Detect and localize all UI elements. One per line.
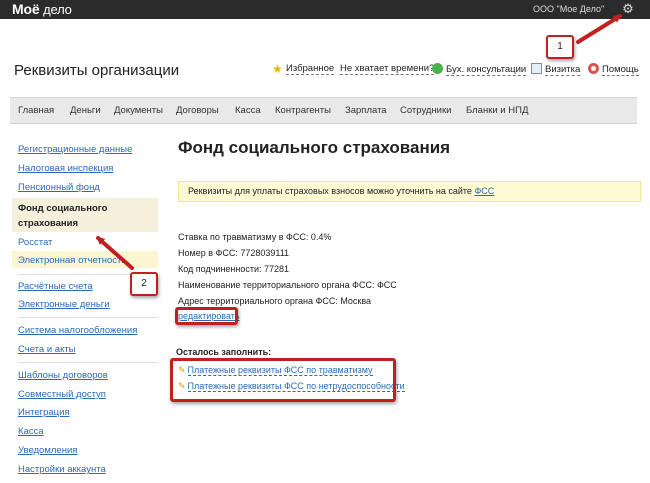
annotation-arrows — [96, 14, 622, 270]
annotation-arrow-2 — [96, 236, 134, 270]
annotation-arrow-1 — [576, 14, 622, 44]
